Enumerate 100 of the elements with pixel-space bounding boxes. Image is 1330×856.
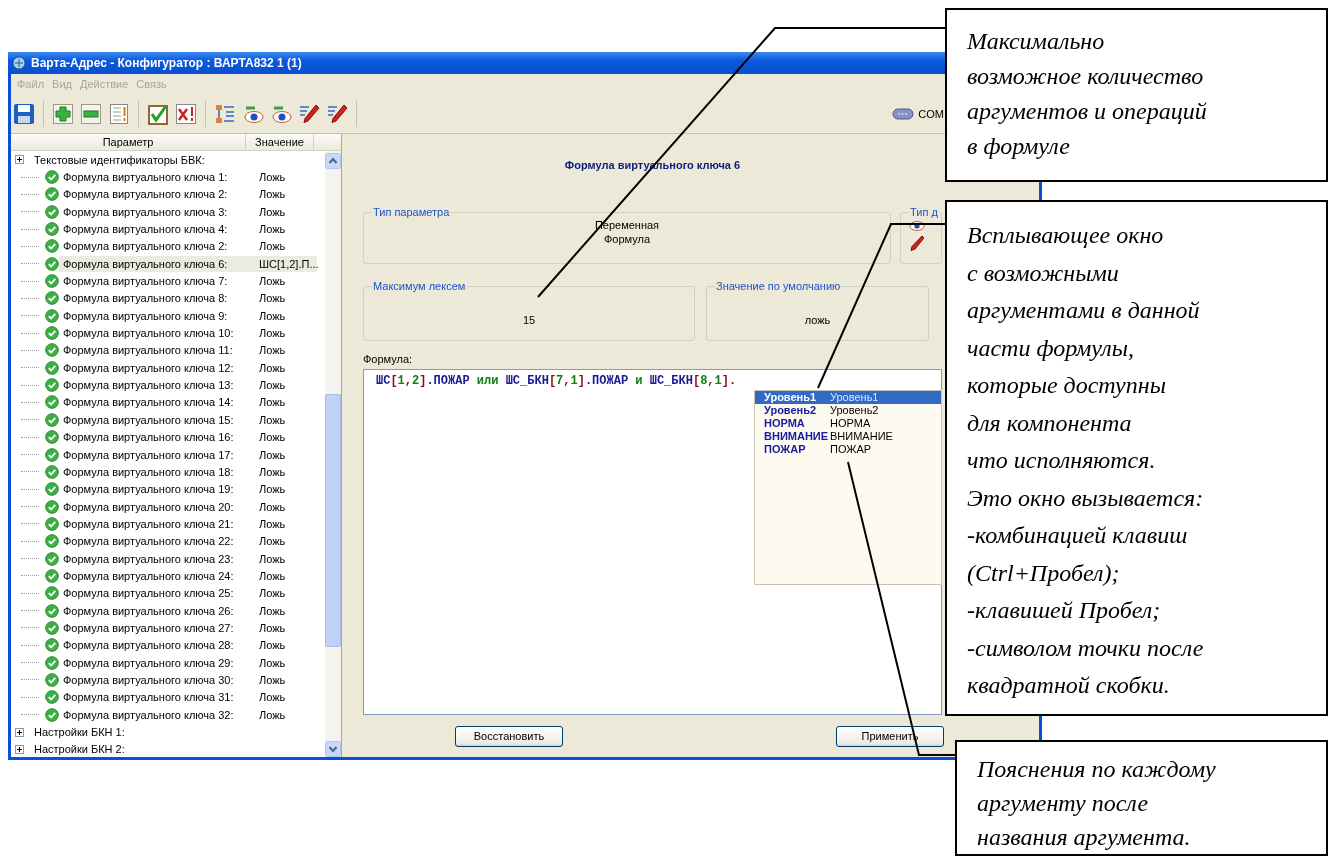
parameter-name[interactable]: Формула виртуального ключа 15: (59, 411, 255, 428)
pencil-icon[interactable] (298, 102, 320, 125)
parameter-name[interactable]: Формула виртуального ключа 27: (59, 619, 255, 636)
check-circle-icon (45, 326, 59, 341)
parameter-name[interactable]: Формула виртуального ключа 1: (59, 169, 255, 185)
parameter-name[interactable]: Формула виртуального ключа 2: (59, 186, 255, 203)
parameter-value: Ложь (258, 395, 287, 411)
check-circle-icon (45, 482, 59, 497)
check-circle-icon (45, 170, 59, 184)
parameter-value: Ложь (258, 482, 287, 498)
parameter-value: Ложь (258, 170, 287, 185)
parameter-value: Ложь (258, 620, 287, 636)
checkbox-check-icon[interactable] (147, 102, 169, 125)
parameter-name[interactable]: Формула виртуального ключа 26: (59, 602, 255, 619)
parameter-name[interactable]: Формула виртуального ключа 18: (59, 463, 255, 480)
parameter-name[interactable]: Формула виртуального ключа 2: (59, 238, 255, 255)
column-header[interactable]: Значение (246, 134, 314, 150)
port-label: COM (918, 107, 944, 120)
eye-icon[interactable] (909, 220, 925, 232)
parameter-value: Ложь (258, 707, 287, 723)
parameter-name[interactable]: Формула виртуального ключа 9: (59, 307, 255, 324)
completion-item[interactable]: НОРМА НОРМА (755, 417, 941, 430)
parameter-name[interactable]: Формула виртуального ключа 3: (59, 203, 255, 220)
scrollbar-thumb[interactable] (325, 394, 341, 647)
completion-item[interactable]: ПОЖАР ПОЖАР (755, 443, 941, 456)
parameter-value: Ложь (258, 239, 287, 255)
parameter-value: ШС[1,2].П... (255, 255, 317, 272)
parameter-name[interactable]: Формула виртуального ключа 17: (59, 446, 255, 463)
parameter-name[interactable]: Формула виртуального ключа 7: (59, 273, 255, 290)
tree-group-label[interactable]: Текстовые идентификаторы БВК: (34, 153, 205, 166)
minus-icon[interactable] (80, 102, 102, 125)
pencil-icon[interactable] (909, 235, 925, 251)
expand-icon[interactable] (15, 727, 24, 737)
group-label: Значение по умолчанию (715, 280, 842, 292)
column-header[interactable]: Параметр (11, 134, 246, 150)
list-warning-icon[interactable] (108, 102, 130, 125)
parameter-value: Ложь (258, 343, 287, 359)
parameter-value: Ложь (258, 464, 287, 480)
parameter-name[interactable]: Формула виртуального ключа 20: (59, 498, 255, 515)
parameter-name[interactable]: Формула виртуального ключа 8: (59, 290, 255, 307)
scroll-down-icon[interactable] (325, 741, 341, 757)
parameter-name[interactable]: Формула виртуального ключа 23: (59, 550, 255, 567)
check-circle-icon (45, 308, 59, 323)
parameter-name[interactable]: Формула виртуального ключа 13: (59, 377, 255, 394)
formula-field[interactable]: ШС[1,2].ПОЖАР или ШС_БКН[7,1].ПОЖАР и ШС_БКН[8,1]. Уровень1 Уровень1 Уровень2 Уровень2 НОРМА НОРМА ВНИМАНИЕ ВНИМАНИЕ ПОЖАР ПОЖАР (363, 369, 942, 715)
parameter-name[interactable]: Формула виртуального ключа 25: (59, 585, 255, 602)
check-circle-icon (45, 430, 59, 445)
check-circle-icon (45, 534, 59, 549)
parameter-value: Ложь (258, 291, 287, 307)
tree-group-label[interactable]: Настройки БКН 2: (34, 743, 125, 756)
callout: Пояснения по каждому аргументу после названия аргумента. (955, 740, 1328, 856)
check-circle-icon (45, 239, 59, 254)
parameter-value: Ложь (258, 326, 287, 342)
check-circle-icon (45, 707, 59, 722)
parameter-name[interactable]: Формула виртуального ключа 19: (59, 481, 255, 498)
completion-item[interactable]: Уровень1 Уровень1 (755, 391, 941, 404)
parameter-name[interactable]: Формула виртуального ключа 10: (59, 325, 255, 342)
parameter-name[interactable]: Формула виртуального ключа 11: (59, 342, 255, 359)
check-circle-icon (45, 673, 59, 687)
check-circle-icon (45, 638, 59, 653)
check-circle-icon (45, 222, 59, 237)
parameter-name[interactable]: Формула виртуального ключа 28: (59, 637, 255, 654)
x-warning-icon[interactable] (175, 102, 197, 125)
parameter-name[interactable]: Формула виртуального ключа 6: (59, 255, 255, 272)
parameter-name[interactable]: Формула виртуального ключа 30: (59, 672, 255, 688)
check-circle-icon (45, 516, 59, 531)
check-circle-icon (45, 447, 59, 462)
parameter-name[interactable]: Формула виртуального ключа 24: (59, 567, 255, 584)
group-label: Максимум лексем (372, 280, 467, 292)
parameter-value: Ложь (258, 308, 287, 324)
save-icon[interactable] (13, 102, 35, 125)
pencil-icon[interactable] (326, 102, 348, 125)
parameter-name[interactable]: Формула виртуального ключа 32: (59, 706, 255, 723)
parameter-name[interactable]: Формула виртуального ключа 12: (59, 359, 255, 376)
tree-group-label[interactable]: Настройки БКН 1: (34, 726, 125, 738)
scroll-up-icon[interactable] (325, 153, 341, 169)
expand-icon[interactable] (15, 155, 24, 165)
completion-item[interactable]: Уровень2 Уровень2 (755, 404, 941, 417)
parameter-name[interactable]: Формула виртуального ключа 29: (59, 654, 255, 671)
parameter-value: Ложь (258, 673, 287, 688)
dialog-button[interactable]: Восстановить (455, 725, 563, 747)
serial-port-icon (892, 105, 915, 122)
parameter-name[interactable]: Формула виртуального ключа 4: (59, 221, 255, 238)
check-circle-icon (45, 378, 59, 393)
completion-item[interactable]: ВНИМАНИЕ ВНИМАНИЕ (755, 430, 941, 443)
parameter-name[interactable]: Формула виртуального ключа 16: (59, 429, 255, 446)
tree-list-icon[interactable] (214, 102, 236, 125)
parameter-name[interactable]: Формула виртуального ключа 31: (59, 689, 255, 706)
callout: Максимально возможное количество аргументов и операций в формуле (945, 8, 1328, 182)
parameter-name[interactable]: Формула виртуального ключа 21: (59, 515, 255, 532)
parameter-name[interactable]: Формула виртуального ключа 14: (59, 394, 255, 411)
check-circle-icon (45, 187, 59, 202)
check-circle-icon (45, 412, 59, 427)
field-value: 15 (521, 313, 537, 327)
parameter-value: Ложь (258, 222, 287, 238)
check-circle-icon (45, 586, 59, 601)
parameter-name[interactable]: Формула виртуального ключа 22: (59, 533, 255, 550)
parameter-value: Ложь (258, 187, 287, 203)
plus-icon[interactable] (52, 102, 74, 125)
expand-icon[interactable] (15, 744, 24, 754)
